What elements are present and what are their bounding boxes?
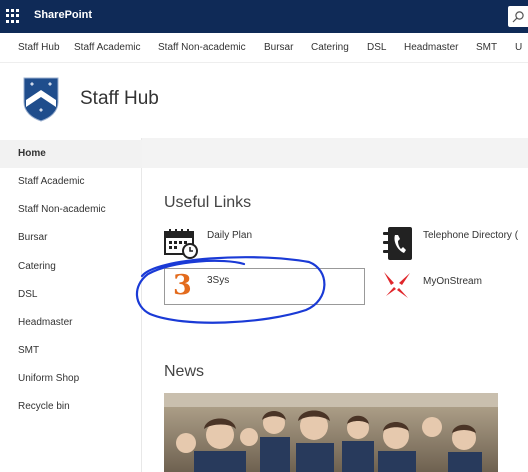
suite-bar: SharePoint — [0, 0, 528, 33]
left-nav-label: DSL — [18, 289, 38, 300]
left-nav-label: Staff Non-academic — [18, 204, 106, 215]
hub-nav-smt[interactable]: SMT — [476, 42, 497, 53]
command-bar — [142, 138, 528, 168]
left-nav-label: Bursar — [18, 232, 48, 243]
left-nav-headmaster[interactable]: Headmaster — [0, 309, 142, 337]
left-nav-smt[interactable]: SMT — [0, 337, 142, 365]
link-label: Daily Plan — [207, 230, 253, 241]
hub-nav-bursar[interactable]: Bursar — [264, 42, 293, 53]
link-label: Telephone Directory ( — [423, 230, 519, 241]
onstream-logo-icon — [384, 272, 410, 298]
hub-navigation: Staff Hub Staff Academic Staff Non-acade… — [0, 33, 528, 63]
left-nav-label: Uniform Shop — [18, 373, 80, 384]
left-nav-label: SMT — [18, 345, 40, 356]
left-nav-catering[interactable]: Catering — [0, 253, 142, 281]
link-telephone-directory[interactable]: Telephone Directory ( — [380, 226, 528, 260]
left-nav-label: Catering — [18, 261, 56, 272]
site-logo[interactable] — [22, 76, 60, 122]
hub-nav-dsl[interactable]: DSL — [367, 42, 386, 53]
search-button[interactable] — [508, 6, 528, 27]
hub-nav-catering[interactable]: Catering — [311, 42, 349, 53]
scribble-annotation — [135, 256, 326, 324]
news-title: News — [164, 363, 205, 380]
left-nav-dsl[interactable]: DSL — [0, 281, 142, 309]
left-nav-staff-academic[interactable]: Staff Academic — [0, 168, 142, 196]
search-icon — [512, 11, 524, 23]
left-nav-uniform-shop[interactable]: Uniform Shop — [0, 365, 142, 393]
left-nav-label: Home — [18, 148, 46, 159]
link-myonstream[interactable]: MyOnStream — [380, 270, 528, 304]
site-title: Staff Hub — [80, 88, 159, 109]
hub-nav-overflow[interactable]: U — [515, 42, 522, 53]
app-launcher-icon[interactable] — [6, 9, 20, 23]
left-nav-recycle-bin[interactable]: Recycle bin — [0, 393, 142, 421]
left-nav-label: Recycle bin — [18, 401, 70, 412]
left-nav-label: Headmaster — [18, 317, 73, 328]
news-image[interactable] — [164, 393, 498, 472]
left-nav-bursar[interactable]: Bursar — [0, 224, 142, 252]
left-nav-home[interactable]: Home — [0, 140, 142, 168]
hub-nav-headmaster[interactable]: Headmaster — [404, 42, 458, 53]
hub-nav-staff-non-academic[interactable]: Staff Non-academic — [158, 42, 246, 53]
useful-links-title: Useful Links — [164, 194, 252, 211]
phone-book-icon — [383, 227, 412, 260]
link-label: MyOnStream — [423, 276, 482, 287]
news-photo — [164, 393, 498, 472]
left-navigation: Home Staff Academic Staff Non-academic B… — [0, 138, 142, 472]
left-nav-label: Staff Academic — [18, 176, 85, 187]
sharepoint-brand[interactable]: SharePoint — [34, 9, 92, 21]
hub-nav-staff-hub[interactable]: Staff Hub — [18, 42, 60, 53]
left-nav-staff-non-academic[interactable]: Staff Non-academic — [0, 196, 142, 224]
hub-nav-staff-academic[interactable]: Staff Academic — [74, 42, 141, 53]
